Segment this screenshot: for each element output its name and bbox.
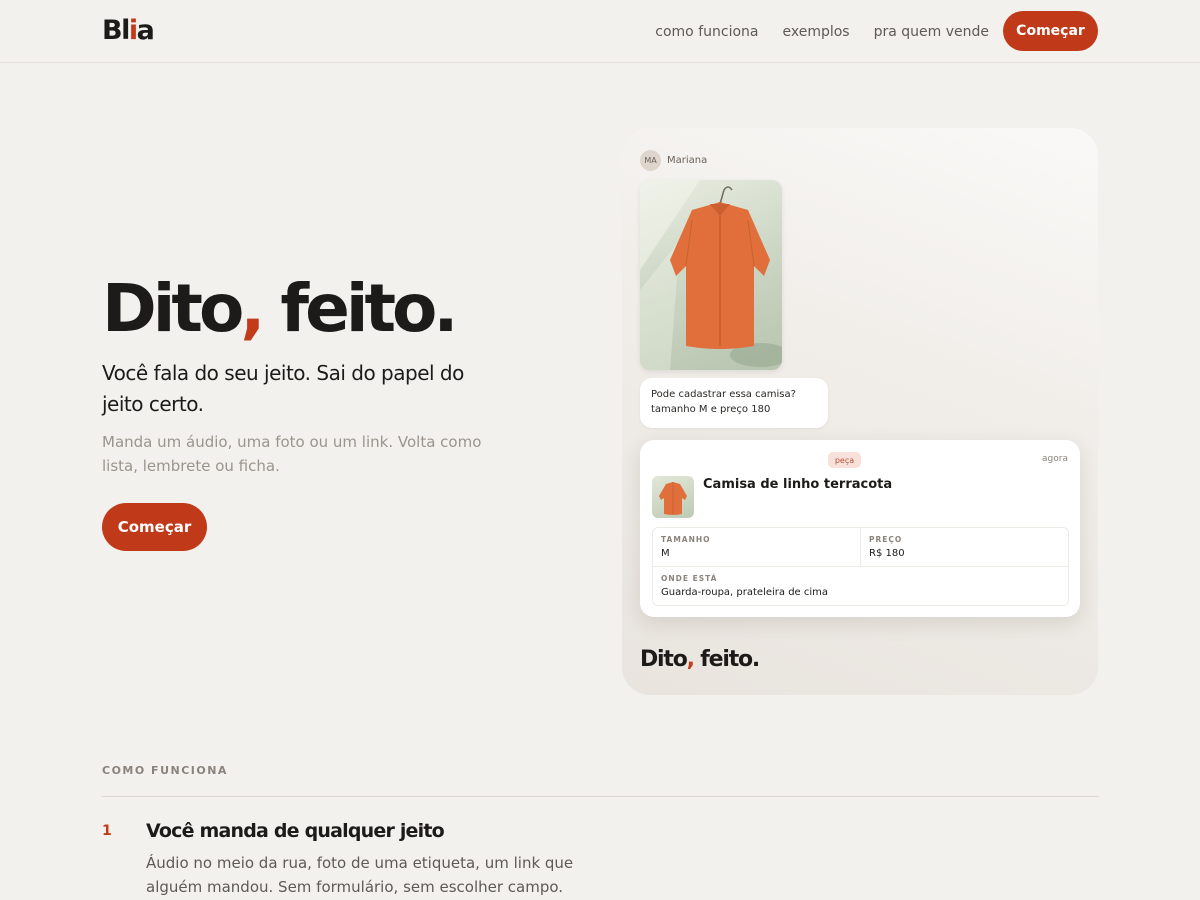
- step-description: Áudio no meio da rua, foto de uma etique…: [146, 854, 574, 896]
- hero-description: Manda um áudio, uma foto ou um link. Vol…: [102, 433, 482, 475]
- step-title: Você manda de qualquer jeito: [146, 820, 445, 842]
- card-tagline: Dito, feito.: [640, 647, 760, 672]
- demo-card: MA Mariana Pode cadastrar essa camisa? t…: [622, 128, 1098, 695]
- shirt-thumbnail-icon: [659, 482, 687, 515]
- shirt-illustration-icon: [640, 180, 782, 370]
- message-sender: MA Mariana: [640, 150, 707, 171]
- item-fields: TAMANHO M PREÇO R$ 180 ONDE ESTÁ Guarda-…: [652, 527, 1069, 606]
- item-thumbnail: [652, 476, 694, 518]
- hero-start-button[interactable]: Começar: [102, 503, 207, 551]
- shirt-photo: [640, 180, 782, 370]
- field-location: ONDE ESTÁ Guarda-roupa, prateleira de ci…: [661, 574, 829, 598]
- step-number: 1: [102, 823, 112, 839]
- nav-start-button[interactable]: Começar: [1003, 11, 1098, 51]
- hero-title: Dito, feito.: [102, 270, 458, 347]
- section-divider: [102, 796, 1099, 797]
- message-line-2: tamanho M e preço 180: [651, 404, 771, 415]
- item-title: Camisa de linho terracota: [703, 477, 893, 492]
- section-eyebrow: COMO FUNCIONA: [102, 764, 228, 777]
- message-bubble: Pode cadastrar essa camisa? tamanho M e …: [640, 378, 828, 428]
- nav-link-pra-quem-vende[interactable]: pra quem vende: [874, 22, 989, 42]
- top-nav: Blia como funciona exemplos pra quem ven…: [0, 0, 1200, 63]
- field-price: PREÇO R$ 180: [860, 528, 1068, 566]
- nav-link-exemplos[interactable]: exemplos: [782, 22, 849, 42]
- sender-name: Mariana: [667, 155, 708, 166]
- avatar: MA: [640, 150, 661, 171]
- result-card: peça agora Camisa de linho terracota TAM…: [640, 440, 1080, 617]
- nav-link-como-funciona[interactable]: como funciona: [655, 22, 758, 42]
- timestamp: agora: [1042, 454, 1068, 464]
- hero-subtitle: Você fala do seu jeito. Sai do papel do …: [102, 361, 464, 416]
- category-tag: peça: [828, 452, 861, 468]
- field-size: TAMANHO M: [661, 535, 711, 559]
- message-line-1: Pode cadastrar essa camisa?: [651, 389, 796, 400]
- nav-links: como funciona exemplos pra quem vende: [655, 22, 989, 42]
- logo[interactable]: Blia: [102, 16, 155, 46]
